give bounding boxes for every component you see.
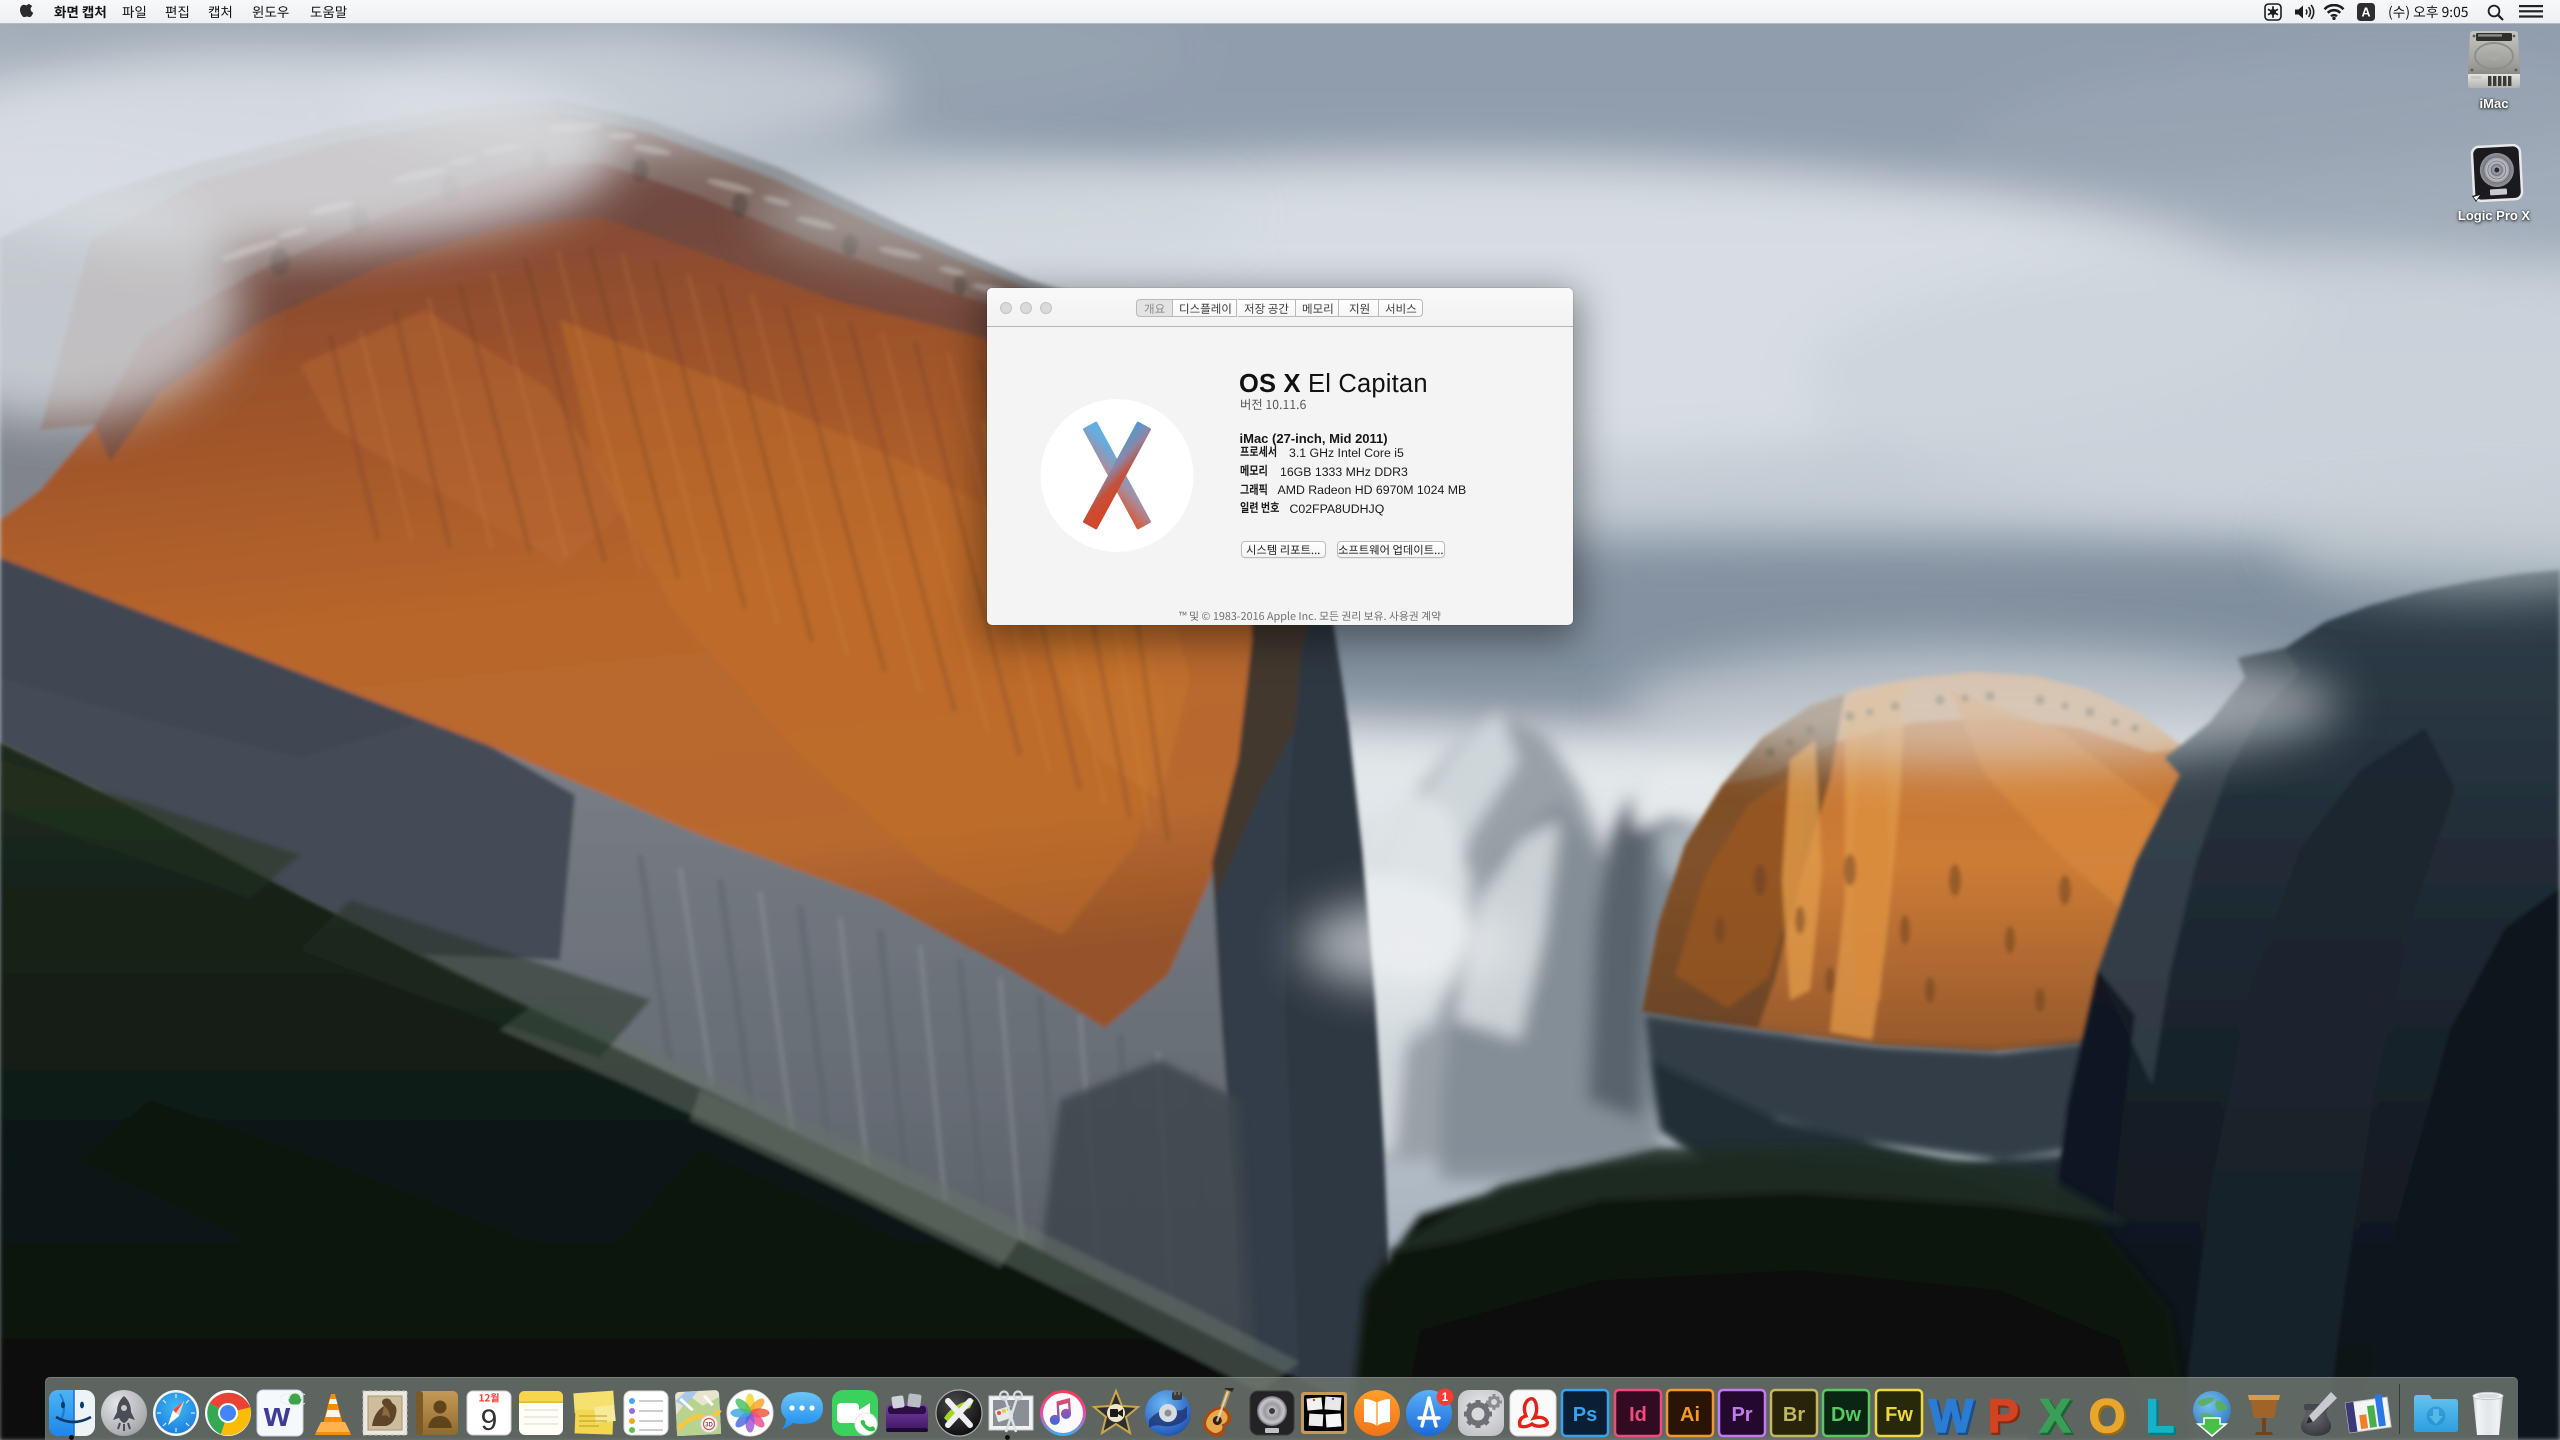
svg-text:Dw: Dw bbox=[1831, 1404, 1861, 1426]
svg-text:X: X bbox=[2039, 1389, 2070, 1438]
svg-text:L: L bbox=[2145, 1389, 2174, 1438]
svg-text:Ai: Ai bbox=[1680, 1404, 1700, 1426]
svg-text:A: A bbox=[2361, 6, 2370, 20]
svg-text:3D: 3D bbox=[705, 1423, 713, 1429]
svg-text:Br: Br bbox=[1783, 1404, 1805, 1426]
svg-text:Ps: Ps bbox=[1573, 1404, 1597, 1426]
svg-text:9: 9 bbox=[481, 1404, 498, 1437]
svg-text:P: P bbox=[1987, 1389, 2018, 1438]
svg-text:1: 1 bbox=[1441, 1392, 1448, 1404]
svg-text:Fw: Fw bbox=[1885, 1404, 1913, 1426]
svg-text:Id: Id bbox=[1629, 1404, 1647, 1426]
svg-text:O: O bbox=[2089, 1389, 2126, 1438]
svg-text:Pr: Pr bbox=[1731, 1404, 1752, 1426]
svg-text:W: W bbox=[1929, 1389, 1974, 1438]
svg-text:w: w bbox=[263, 1396, 291, 1434]
